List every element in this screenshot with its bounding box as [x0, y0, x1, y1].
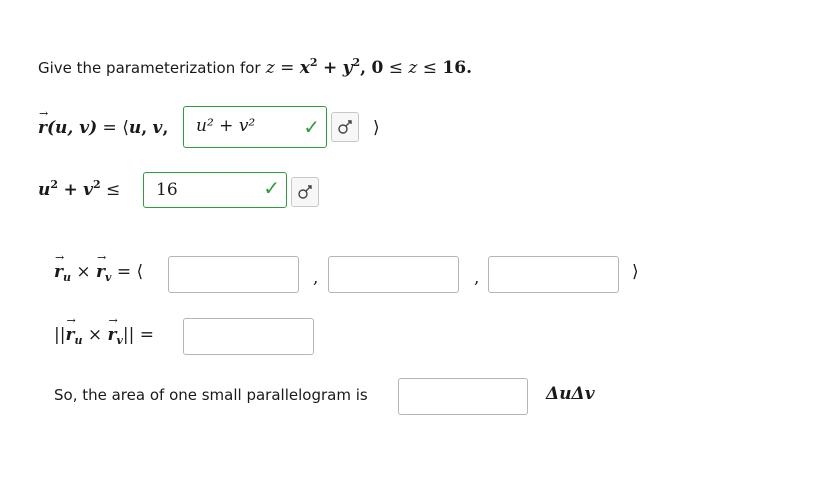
cross-product-x-input[interactable]: [168, 256, 299, 293]
close-angle-bracket: ⟩: [373, 118, 380, 138]
domain-label: u2 + v2 ≤: [38, 178, 121, 200]
area-text: So, the area of one small parallelogram …: [54, 386, 368, 404]
cross-product-y-input[interactable]: [328, 256, 459, 293]
parameterization-label: r(u, v) = ⟨u, v,: [38, 107, 168, 138]
cross-product-z-input[interactable]: [488, 256, 619, 293]
area-input[interactable]: [398, 378, 528, 415]
cross-product-label: ru × rv = ⟨: [54, 251, 143, 283]
equation-editor-button[interactable]: [291, 177, 319, 207]
question-text: Give the parameterization for z = x2 + y…: [38, 56, 472, 78]
close-angle-bracket: ⟩: [632, 262, 639, 282]
equation-editor-button[interactable]: [331, 112, 359, 142]
check-icon: ✓: [303, 115, 320, 139]
norm-input[interactable]: [183, 318, 314, 355]
check-icon: ✓: [263, 176, 280, 200]
equation-editor-icon: [298, 185, 312, 199]
comma: ,: [474, 268, 480, 288]
parameterization-z-input[interactable]: u² + v² ✓: [183, 106, 327, 148]
equation-editor-icon: [338, 120, 352, 134]
domain-bound-input[interactable]: 16 ✓: [143, 172, 287, 208]
norm-label: ||ru × rv|| =: [54, 314, 154, 346]
comma: ,: [313, 268, 319, 288]
area-suffix: ΔuΔv: [546, 384, 595, 404]
